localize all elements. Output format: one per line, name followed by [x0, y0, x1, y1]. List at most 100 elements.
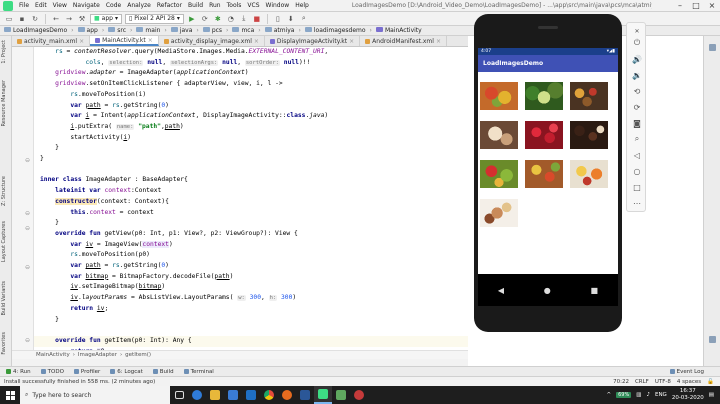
open-folder-icon[interactable]: ▭ — [4, 14, 14, 24]
home-icon[interactable]: ○ — [631, 165, 643, 177]
firefox-icon[interactable] — [278, 386, 296, 404]
code-crumb-class[interactable]: MainActivity — [36, 352, 70, 358]
camera-icon[interactable]: ◙ — [631, 117, 643, 129]
menu-navigate[interactable]: Navigate — [70, 2, 103, 9]
hammer-icon[interactable]: ⚒ — [77, 14, 87, 24]
recorder-taskbar-icon[interactable] — [350, 386, 368, 404]
image-thumbnail[interactable] — [480, 121, 518, 149]
image-thumbnail[interactable] — [525, 121, 563, 149]
resource-manager-tool-tab[interactable]: Resource Manager — [1, 80, 7, 126]
caret-position[interactable]: 70:22 — [613, 379, 629, 385]
rotate-left-icon[interactable]: ⟲ — [631, 85, 643, 97]
language-indicator[interactable]: ENG — [655, 392, 667, 398]
breadcrumb-item[interactable]: loadimagesdemo — [304, 27, 366, 34]
status-message[interactable]: Install successfully finished in 558 ms.… — [4, 379, 155, 385]
breadcrumb-item[interactable]: main — [136, 27, 160, 34]
clock[interactable]: 16:37 20-03-2020 — [672, 388, 704, 402]
rotate-right-icon[interactable]: ⟳ — [631, 101, 643, 113]
logcat-tool-button[interactable]: 6: Logcat — [110, 369, 143, 375]
profile-icon[interactable]: ◔ — [226, 14, 236, 24]
menu-run[interactable]: Run — [206, 2, 224, 9]
device-select[interactable]: ▯ Pixel 2 API 28 ▾ — [124, 13, 184, 24]
stop-icon[interactable]: ■ — [252, 14, 262, 24]
power-icon[interactable]: ⏻ — [631, 37, 643, 49]
breadcrumb-item[interactable]: mca — [232, 27, 254, 34]
run-tool-button[interactable]: 4: Run — [6, 369, 31, 375]
volume-down-icon[interactable]: 🔉 — [631, 69, 643, 81]
chrome-icon[interactable] — [260, 386, 278, 404]
image-thumbnail[interactable] — [525, 82, 563, 110]
structure-tool-tab[interactable]: Z: Structure — [1, 176, 7, 206]
code-editor[interactable]: rs = contentResolver.query(MediaStore.Im… — [34, 47, 468, 350]
mail-icon[interactable] — [242, 386, 260, 404]
android-studio-taskbar-icon[interactable] — [314, 386, 332, 404]
minimize-icon[interactable]: – — [672, 1, 688, 10]
build-variants-tool-tab[interactable]: Build Variants — [1, 281, 7, 315]
back-icon[interactable]: ◀ — [498, 286, 504, 295]
chevron-up-icon[interactable]: ^ — [607, 392, 612, 398]
avd-manager-icon[interactable]: ▯ — [273, 14, 283, 24]
file-explorer-icon[interactable] — [206, 386, 224, 404]
volume-up-icon[interactable]: 🔊 — [631, 53, 643, 65]
image-thumbnail[interactable] — [570, 160, 608, 188]
volume-icon[interactable]: ♪ — [646, 392, 650, 398]
editor-gutter[interactable]: ⊖ ⊖ ⊖ ⊖ ⊖ — [12, 47, 34, 350]
device-file-explorer-icon[interactable] — [709, 336, 716, 343]
image-thumbnail[interactable] — [525, 160, 563, 188]
save-icon[interactable]: ▪ — [17, 14, 27, 24]
emulator-screen[interactable]: 4:07 ▾◢▮ LoadImagesDemo ◀ ● ■ — [478, 48, 618, 306]
zoom-icon[interactable]: ⌕ — [631, 133, 643, 145]
breadcrumb-item[interactable]: LoadImagesDemo — [4, 27, 67, 34]
lock-icon[interactable]: 🔓 — [707, 379, 714, 385]
overview-icon[interactable]: □ — [631, 181, 643, 193]
apply-changes-icon[interactable]: ⟳ — [200, 14, 210, 24]
close-tab-icon[interactable]: × — [436, 38, 441, 45]
breadcrumb-item[interactable]: atmiya — [264, 27, 294, 34]
menu-refactor[interactable]: Refactor — [154, 2, 185, 9]
sync-icon[interactable]: ↻ — [30, 14, 40, 24]
store-icon[interactable] — [224, 386, 242, 404]
breadcrumb-item[interactable]: app — [77, 27, 98, 34]
debug-icon[interactable]: ✱ — [213, 14, 223, 24]
menu-code[interactable]: Code — [103, 2, 124, 9]
search-icon[interactable]: ⌕ — [299, 14, 309, 24]
network-icon[interactable]: ▥ — [636, 392, 641, 398]
close-tab-icon[interactable]: × — [349, 38, 354, 45]
code-crumb-inner-class[interactable]: ImageAdapter — [78, 352, 117, 358]
menu-file[interactable]: File — [16, 2, 32, 9]
home-icon[interactable]: ● — [544, 286, 551, 295]
menu-help[interactable]: Help — [292, 2, 312, 9]
run-config-select[interactable]: ■ app ▾ — [90, 13, 122, 24]
fold-icon[interactable]: ⊖ — [25, 264, 30, 271]
menu-vcs[interactable]: VCS — [244, 2, 262, 9]
battery-indicator[interactable]: 69% — [616, 392, 632, 398]
word-icon[interactable] — [296, 386, 314, 404]
fold-icon[interactable]: ⊖ — [25, 337, 30, 344]
fold-icon[interactable]: ⊖ — [25, 157, 30, 164]
edge-icon[interactable] — [188, 386, 206, 404]
menu-analyze[interactable]: Analyze — [124, 2, 154, 9]
tab-activity-display-image-xml[interactable]: activity_display_image.xml × — [159, 36, 265, 46]
windows-start-icon[interactable] — [0, 386, 20, 404]
back-icon[interactable]: ◁ — [631, 149, 643, 161]
breadcrumb-item[interactable]: java — [170, 27, 192, 34]
build-tool-button[interactable]: Build — [152, 369, 174, 375]
image-thumbnail[interactable] — [480, 160, 518, 188]
breadcrumb-item[interactable]: src — [108, 27, 126, 34]
forward-arrow-icon[interactable]: → — [64, 14, 74, 24]
tab-mainactivity-kt[interactable]: MainActivity.kt × — [90, 36, 159, 46]
profiler-tool-button[interactable]: Profiler — [73, 369, 100, 375]
todo-tool-button[interactable]: TODO — [40, 369, 64, 375]
image-thumbnail[interactable] — [480, 199, 518, 227]
close-tab-icon[interactable]: × — [254, 38, 259, 45]
tab-androidmanifest-xml[interactable]: AndroidManifest.xml × — [360, 36, 447, 46]
back-arrow-icon[interactable]: ← — [51, 14, 61, 24]
code-text[interactable]: rs = contentResolver.query(MediaStore.Im… — [40, 47, 328, 350]
file-encoding[interactable]: UTF-8 — [655, 379, 671, 385]
recents-icon[interactable]: ■ — [591, 286, 599, 295]
favorites-tool-tab[interactable]: Favorites — [1, 332, 7, 355]
breadcrumb-item[interactable]: MainActivity — [375, 27, 422, 34]
taskbar-search-box[interactable]: ⌕ Type here to search — [20, 386, 170, 404]
image-thumbnail[interactable] — [570, 82, 608, 110]
close-tab-icon[interactable]: × — [79, 38, 84, 45]
